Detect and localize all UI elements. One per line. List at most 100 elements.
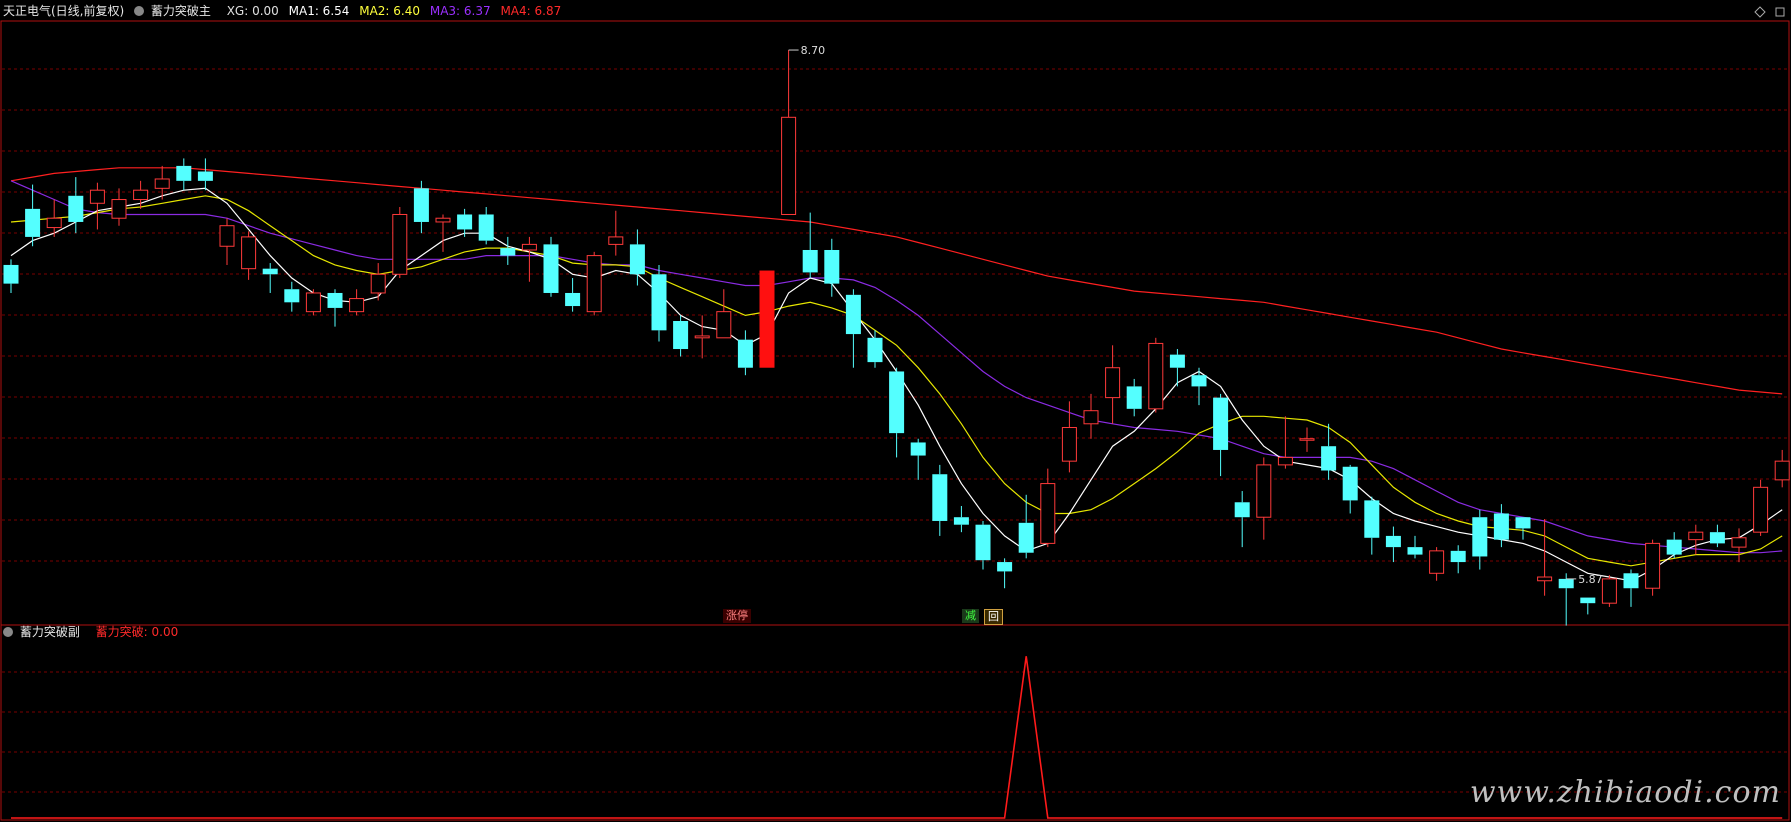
candle-body — [1666, 539, 1682, 555]
candle-body — [1580, 597, 1596, 604]
candle-body — [457, 214, 473, 230]
candle-body — [1753, 486, 1769, 533]
main-header: 天正电气(日线,前复权) 蓄力突破主 XG: 0.00 MA1: 6.54 MA… — [0, 0, 1791, 22]
candle-body — [305, 292, 321, 313]
candle — [1753, 479, 1769, 536]
candle-body — [1342, 466, 1358, 501]
candle-body — [413, 188, 429, 222]
limit-up-marker: 涨停 — [723, 609, 751, 623]
candle-body — [154, 178, 170, 189]
candle-body — [781, 116, 797, 215]
candle-body — [1126, 386, 1142, 409]
candle-body — [1213, 397, 1229, 450]
candle-body — [737, 339, 753, 368]
candle-body — [1731, 537, 1747, 548]
candle-body — [284, 289, 300, 303]
candle-body — [651, 274, 667, 331]
candle-body — [543, 244, 559, 293]
candle-body — [68, 195, 84, 222]
candle-body — [1623, 573, 1639, 589]
candle-body — [932, 474, 948, 521]
candle — [1601, 575, 1617, 607]
candle-body — [1601, 578, 1617, 604]
candle-body — [608, 236, 624, 245]
candle-body — [349, 298, 365, 313]
candle-body — [997, 562, 1013, 572]
sub-indicator-selector[interactable]: 蓄力突破副 — [3, 625, 90, 639]
candle-body — [133, 189, 149, 201]
back-marker: 回 — [984, 609, 1003, 625]
candle-body — [1299, 438, 1315, 441]
candle-body — [1169, 354, 1185, 368]
header-item-ma1: MA1: 6.54 — [288, 4, 350, 18]
sub-header-item: 蓄力突破: 0.00 — [95, 625, 179, 639]
candle — [1148, 337, 1164, 413]
candle-body — [111, 199, 127, 219]
candle-body — [1429, 550, 1445, 574]
reduce-marker: 减 — [962, 609, 979, 623]
candle-body — [197, 171, 213, 181]
candle-body — [1645, 542, 1661, 589]
candle-body — [586, 255, 602, 313]
candle-body — [3, 264, 19, 284]
candle-body — [802, 249, 818, 273]
annotation-label: 5.87 — [1578, 573, 1603, 586]
watermark: www.zhibiaodi.com — [1469, 775, 1781, 810]
candle-body — [1277, 456, 1293, 466]
candle-body — [1234, 502, 1250, 518]
header-item-ma2: MA2: 6.40 — [359, 4, 421, 18]
candle-body — [370, 273, 386, 294]
candle-body — [759, 270, 775, 368]
candle-body — [1061, 427, 1077, 462]
candle-body — [1688, 531, 1704, 541]
indicator-name: 蓄力突破主 — [150, 4, 211, 18]
candle-body — [629, 244, 645, 275]
candle — [586, 251, 602, 316]
candle-body — [1148, 342, 1164, 410]
indicator-selector[interactable]: 蓄力突破主 — [134, 4, 221, 18]
sub-header: 蓄力突破副 蓄力突破: 0.00 — [0, 621, 1791, 643]
candle-body — [1493, 513, 1509, 540]
candle — [651, 264, 667, 342]
candle-body — [262, 268, 278, 275]
candle-body — [1191, 375, 1207, 387]
candle-body — [673, 321, 689, 350]
candle-body — [1083, 410, 1099, 425]
candle-body — [478, 214, 494, 241]
annotation-label: 8.70 — [801, 44, 826, 57]
candle-body — [694, 335, 710, 339]
header-item-xg: XG: 0.00 — [226, 4, 279, 18]
candle-body — [25, 208, 41, 237]
candle-body — [1537, 576, 1553, 582]
chevron-down-icon[interactable] — [134, 6, 145, 16]
candle — [305, 289, 321, 316]
chart-canvas: 8.70 5.87 — [0, 0, 1791, 822]
candle-body — [1709, 532, 1725, 544]
candle-body — [1385, 535, 1401, 548]
candle-body — [1105, 367, 1121, 399]
chevron-down-icon[interactable] — [3, 627, 13, 637]
header-item-ma4: MA4: 6.87 — [500, 4, 562, 18]
sub-indicator-name: 蓄力突破副 — [19, 625, 80, 639]
candle-body — [241, 236, 257, 270]
candle-body — [1472, 517, 1488, 557]
candle-body — [327, 292, 343, 308]
candle-body — [867, 337, 883, 363]
candle-body — [716, 311, 732, 339]
candle-body — [565, 292, 581, 307]
candle — [1645, 539, 1661, 596]
candle — [392, 207, 408, 279]
candle-body — [89, 189, 105, 204]
candle-body — [219, 225, 235, 247]
stock-title: 天正电气(日线,前复权) — [3, 4, 125, 18]
candle-body — [1256, 464, 1272, 518]
candle-body — [1364, 500, 1380, 538]
candle-body — [392, 213, 408, 275]
candle — [543, 236, 559, 297]
candle-body — [435, 217, 451, 223]
candle-body — [500, 248, 516, 256]
candle-body — [1321, 446, 1337, 471]
candle-body — [824, 249, 840, 284]
header-item-ma3: MA3: 6.37 — [429, 4, 491, 18]
candle-body — [1774, 460, 1790, 481]
